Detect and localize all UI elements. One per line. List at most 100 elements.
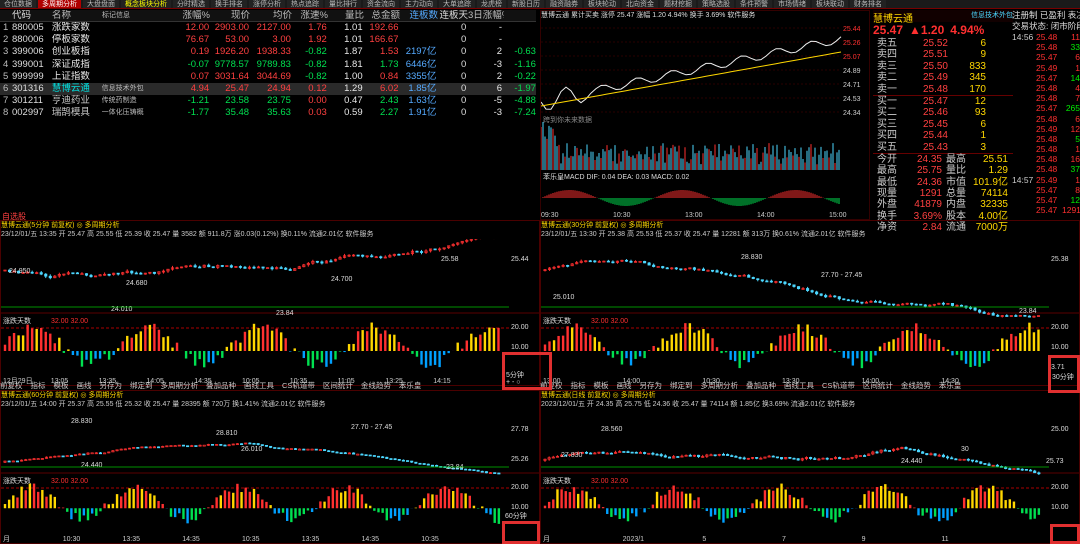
toolbar-item[interactable]: 画线工具 [784,381,814,390]
toolbar-item[interactable]: 模板 [54,381,69,390]
kline-daily-panel[interactable]: 慧博云通(日线 前复权) ◎ 多周期分析 2023/12/01/五 开 24.3… [540,390,1080,544]
col-header-11[interactable]: 连板天 [438,10,468,21]
kline-5min-panel[interactable]: 慧博云通(5分钟 前复权) ◎ 多周期分析 23/12/01/五 13:35 开… [0,220,540,386]
period-switch-highlight-3[interactable] [502,521,540,544]
tab-10[interactable]: 主力动向 [401,0,437,8]
col-header-12[interactable]: 3日涨幅% [468,10,504,21]
col-header-7[interactable]: 涨速% [292,10,328,21]
tab-16[interactable]: 北向资金 [622,0,658,8]
candle [656,454,658,455]
kline-60min-panel[interactable]: 慧博云通(60分钟 前复权) ◎ 多周期分析 23/12/01/五 14:00 … [0,390,540,544]
indicator-bar [74,508,76,513]
table-row[interactable]: 2 880006 停板家数 76.67 53.00 3.00 1.92 1.01 166.67 0… [0,34,536,46]
intraday-chart-panel[interactable]: 慧博云通 累计买卖 涨停 25.47 涨幅 1.20 4.94% 换手 3.69… [540,10,870,220]
tab-21[interactable]: 板块联动 [812,0,848,8]
toolbar-item[interactable]: 指标 [31,381,46,390]
tab-20[interactable]: 市场情绪 [774,0,810,8]
tab-11[interactable]: 大单追踪 [439,0,475,8]
indicator-bar [207,507,209,508]
period-label-2[interactable]: 30分钟 [1052,372,1074,382]
toolbar-item[interactable]: 指标 [571,381,586,390]
tab-9[interactable]: 资金流向 [363,0,399,8]
table-row[interactable]: 1 880005 涨跌家数 12.00 2903.00 2127.00 1.76 1.01 19… [0,22,536,34]
period-switch-highlight-4[interactable] [1050,524,1080,544]
table-row[interactable]: 5 999999 上证指数 0.07 3031.64 3044.69 -0.82 1.00 0.… [0,71,536,83]
col-header-4[interactable]: 涨幅% [174,10,210,21]
table-cell: 0.47 [327,95,363,107]
toolbar-item[interactable]: 画线 [617,381,632,390]
table-cell: 2903.00 [209,22,249,34]
toolbar-item[interactable]: 模板 [594,381,609,390]
toolbar-item[interactable]: 前复权 [0,381,23,390]
tab-12[interactable]: 龙虎榜 [477,0,506,8]
table-row[interactable]: 3 399006 创业板指 0.19 1926.20 1938.33 -0.82 1.87 1.… [0,46,536,58]
indicator-bar [806,325,808,351]
table-row[interactable]: 4 399001 深证成指 -0.07 9778.57 9789.83 -0.82 1.81 1… [0,59,536,71]
toolbar-item[interactable]: 叠加品种 [206,381,236,390]
col-header-8[interactable]: 量比 [328,10,364,21]
tab-6[interactable]: 涨停分析 [249,0,285,8]
tab-14[interactable]: 融资融券 [546,0,582,8]
tab-13[interactable]: 新股日历 [508,0,544,8]
indicator-bar [930,508,932,518]
kline-30min-panel[interactable]: 慧博云通(30分钟 前复权) ◎ 多周期分析 23/12/01/五 13:30 … [540,220,1080,386]
tab-1[interactable]: 多周期分析 [38,0,81,8]
period-ctrl-1[interactable]: + - ○ [506,379,521,386]
table-row[interactable]: 6 301316 慧博云通 信息技术外包 4.94 25.47 24.94 0.12 1.29 6… [0,83,536,95]
col-header-5[interactable]: 现价 [210,10,250,21]
tab-2[interactable]: 大盘盘面 [83,0,119,8]
toolbar-item[interactable]: 多周期分析 [701,381,739,390]
period-label-3[interactable]: 60分钟 [505,511,527,521]
toolbar-item[interactable]: 苯乐皇 [399,381,422,390]
toolbar-item[interactable]: 金线趋势 [901,381,931,390]
table-cell: 35.48 [209,107,249,119]
tab-18[interactable]: 策略选股 [698,0,734,8]
tab-3[interactable]: 概念板块分析 [121,0,171,8]
tab-17[interactable]: 题材挖掘 [660,0,696,8]
candle [473,470,475,471]
toolbar-item[interactable]: 金线趋势 [361,381,391,390]
col-header-3[interactable]: 标记信息 [102,10,174,21]
indicator-bar [373,508,375,511]
toolbar-item[interactable]: 画线工具 [244,381,274,390]
toolbar-item[interactable]: 区间统计 [323,381,353,390]
level-label: 24.700 [331,276,353,283]
tab-0[interactable]: 仓位数据 [0,0,36,8]
toolbar-item[interactable]: 绑定到 [130,381,153,390]
toolbar-item[interactable]: 苯乐皇 [939,381,962,390]
table-cell: 2 [466,71,502,83]
tab-5[interactable]: 换手排名 [211,0,247,8]
table-row[interactable]: 8 002997 瑞鹄模具 一体化压铸概 -1.77 35.48 35.63 0.03 0.59… [0,107,536,119]
tab-4[interactable]: 分时精选 [173,0,209,8]
table-cell: 3 [0,46,12,58]
col-header-6[interactable]: 均价 [250,10,292,21]
tab-8[interactable]: 量比排行 [325,0,361,8]
indicator-bar [566,326,568,351]
tab-15[interactable]: 板块轮动 [584,0,620,8]
toolbar-item[interactable]: 叠加品种 [746,381,776,390]
col-header-10[interactable]: 连板数 [400,10,438,21]
candle [594,261,596,262]
tab-7[interactable]: 热点追踪 [287,0,323,8]
toolbar-item[interactable]: 绑定到 [670,381,693,390]
col-header-1[interactable]: 代码 [12,10,52,21]
toolbar-item[interactable]: 另存为 [100,381,123,390]
tab-22[interactable]: 财务排名 [850,0,886,8]
toolbar-item[interactable]: 画线 [77,381,92,390]
toolbar-item[interactable]: CS轨道带 [822,381,855,390]
col-header-0[interactable] [0,10,12,21]
col-header-9[interactable]: 总金额 [364,10,400,21]
quote-tag[interactable]: 信息技术外包 [971,10,1013,22]
table-cell: 0.00 [291,95,327,107]
col-header-2[interactable]: 名称 [52,10,102,21]
indicator-bar [26,325,28,351]
toolbar-item[interactable]: CS轨道带 [282,381,315,390]
toolbar-item[interactable]: 区间统计 [863,381,893,390]
indicator-bar [992,486,994,508]
table-row[interactable]: 7 301211 亨迪药业 传统药制造 -1.21 23.58 23.75 0.00 0.47 2… [0,95,536,107]
indicator-bar [132,489,134,508]
tab-19[interactable]: 条件预警 [736,0,772,8]
toolbar-item[interactable]: 多周期分析 [161,381,199,390]
toolbar-item[interactable]: 另存为 [640,381,663,390]
price-tick: 25.26 [843,40,861,47]
